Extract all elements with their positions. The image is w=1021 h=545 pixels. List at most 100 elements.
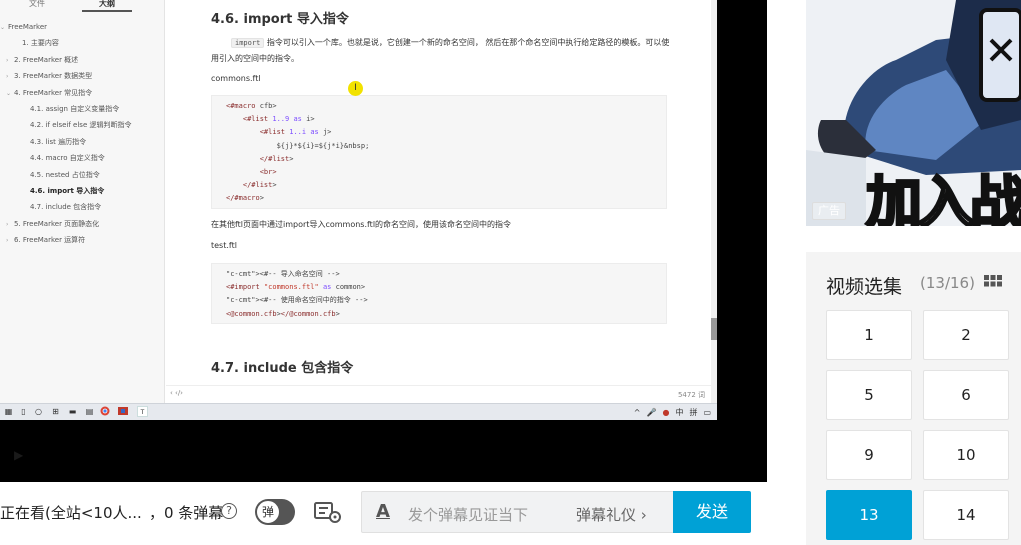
video-player[interactable]: 文件 大纲 ⌄ FreeMarker 1. 主要内容 › 2. FreeMarker 概… bbox=[0, 0, 767, 482]
ad-banner-text: 加入战 bbox=[865, 170, 1021, 227]
ad-banner[interactable]: 加入战 广告 bbox=[806, 0, 1021, 226]
outline-item-label: 6. FreeMarker 运算符 bbox=[14, 236, 86, 245]
record-icon[interactable]: ● bbox=[662, 408, 669, 417]
episode-button[interactable]: 14 bbox=[923, 490, 1009, 540]
episode-button[interactable]: 13 bbox=[826, 490, 912, 540]
outline-item[interactable]: 4.7. include 包含指令 bbox=[22, 200, 101, 214]
notification-icon[interactable]: ▭ bbox=[703, 408, 711, 417]
import-description: import 指令可以引入一个库。也就是说，它创建一个新的命名空间， 然后在那个… bbox=[211, 35, 671, 66]
code-line: <#list 1..i as j> bbox=[259, 128, 332, 137]
episode-button[interactable]: 6 bbox=[923, 370, 1009, 420]
document-content: 4.6. import 导入指令 import 指令可以引入一个库。也就是说，它… bbox=[166, 0, 711, 403]
outline-item-label: 2. FreeMarker 概述 bbox=[14, 55, 79, 64]
outline-caret-icon[interactable]: ⌄ bbox=[0, 21, 8, 35]
code-line: </#list> bbox=[259, 154, 294, 163]
outline-caret-icon[interactable]: › bbox=[6, 70, 14, 84]
code-line: <@common.cfb></@common.cfb> bbox=[226, 309, 340, 318]
search-icon: ○ bbox=[35, 407, 42, 416]
editor-scrollbar[interactable] bbox=[711, 0, 717, 403]
ad-badge: 广告 bbox=[812, 202, 846, 220]
start-icon: ▦ bbox=[4, 407, 13, 416]
windows-taskbar: ▦ ▯ ○ ⊞ ▬ ▤ T ^ 🎤 ● 中拼 ▭ bbox=[0, 403, 717, 420]
outline-item-label: 4.3. list 遍历指令 bbox=[30, 137, 87, 146]
episode-button[interactable]: 10 bbox=[923, 430, 1009, 480]
episode-button[interactable]: 2 bbox=[923, 310, 1009, 360]
send-button[interactable]: 发送 bbox=[673, 491, 751, 533]
recorded-editor-window: 文件 大纲 ⌄ FreeMarker 1. 主要内容 › 2. FreeMarker 概… bbox=[0, 0, 717, 420]
status-bar-nav[interactable]: ‹ ‹/› bbox=[170, 389, 183, 397]
outline-item-label: 5. FreeMarker 页面静态化 bbox=[14, 219, 100, 228]
code-line: <#macro cfb> bbox=[226, 102, 277, 110]
word-count: 5472 词 bbox=[677, 391, 705, 399]
folder-icon: ▬ bbox=[68, 407, 77, 416]
outline-item[interactable]: › 5. FreeMarker 页面静态化 bbox=[6, 217, 99, 231]
code-line: </#list> bbox=[242, 181, 277, 190]
outline-item[interactable]: 4.5. nested 占位指令 bbox=[22, 168, 100, 182]
episode-panel-title: 视频选集 bbox=[826, 276, 903, 298]
code-line: ${j}*${i}=${j*i}&nbsp; bbox=[226, 141, 370, 150]
code-block-test: "c-cmt"><#-- 导入命名空间 --> <#import "commons… bbox=[211, 263, 667, 324]
episode-panel: 视频选集 (13/16) 1 2 5 6 9 10 13 14 bbox=[806, 252, 1021, 545]
outline-caret-icon[interactable]: › bbox=[6, 218, 14, 232]
outline-item[interactable]: ⌄ FreeMarker bbox=[0, 20, 47, 34]
mic-icon: ▯ bbox=[21, 407, 26, 416]
inline-code-import: import bbox=[231, 38, 265, 48]
episode-button[interactable]: 5 bbox=[826, 370, 912, 420]
outline-item-label: FreeMarker bbox=[8, 23, 48, 31]
help-icon[interactable]: ? bbox=[221, 503, 237, 519]
mouse-cursor-highlight: I bbox=[348, 81, 363, 96]
usage-description: 在其他ftl页面中通过import导入commons.ftl的命名空间，使用该命… bbox=[211, 220, 512, 229]
outline-item[interactable]: 4.3. list 遍历指令 bbox=[22, 135, 86, 149]
scrollbar-thumb[interactable] bbox=[711, 318, 717, 340]
outline-item-label: 4.7. include 包含指令 bbox=[30, 203, 102, 212]
outline-item[interactable]: › 3. FreeMarker 数据类型 bbox=[6, 69, 92, 83]
tab-files[interactable]: 文件 bbox=[12, 0, 62, 9]
task-view-icon: ⊞ bbox=[52, 407, 59, 416]
outline-item-label: 4.6. import 导入指令 bbox=[30, 187, 105, 195]
episode-button[interactable]: 9 bbox=[826, 430, 912, 480]
danmaku-toggle[interactable]: 弹 bbox=[255, 499, 295, 525]
outline-item-label: 4.4. macro 自定义指令 bbox=[30, 154, 105, 163]
ime-pinyin-icon[interactable]: 拼 bbox=[689, 408, 697, 417]
microphone-icon[interactable]: 🎤 bbox=[646, 408, 656, 417]
system-tray: ^ 🎤 ● 中拼 ▭ bbox=[628, 407, 711, 418]
outline-caret-icon[interactable]: › bbox=[6, 234, 14, 248]
episode-button[interactable]: 1 bbox=[826, 310, 912, 360]
danmaku-settings-icon[interactable] bbox=[313, 500, 343, 524]
outline-item[interactable]: › 2. FreeMarker 概述 bbox=[6, 53, 78, 67]
text-style-icon[interactable]: A bbox=[376, 501, 390, 522]
code-line: <br> bbox=[259, 167, 277, 176]
heading-import: 4.6. import 导入指令 bbox=[211, 12, 349, 27]
outline-item-label: 3. FreeMarker 数据类型 bbox=[14, 72, 93, 81]
outline-item-label: 4.1. assign 自定义变量指令 bbox=[30, 105, 120, 113]
outline-item-label: 4. FreeMarker 常见指令 bbox=[14, 88, 93, 97]
outline-item[interactable]: 4.2. if elseif else 逻辑判断指令 bbox=[22, 118, 132, 132]
outline-item[interactable]: ⌄ 4. FreeMarker 常见指令 bbox=[6, 86, 92, 100]
danmaku-toggle-knob: 弹 bbox=[256, 500, 280, 524]
outline-item[interactable]: › 6. FreeMarker 运算符 bbox=[6, 233, 85, 247]
import-description-text: 指令可以引入一个库。也就是说，它创建一个新的命名空间， 然后在那个命名空间中执行… bbox=[211, 38, 670, 63]
code-line: "c-cmt"><#-- 导入命名空间 --> bbox=[226, 270, 340, 278]
danmaku-count: ，0 条弹幕 bbox=[149, 504, 224, 522]
outline-item-label: 4.2. if elseif else 逻辑判断指令 bbox=[30, 121, 132, 130]
outline-caret-icon[interactable]: › bbox=[6, 54, 14, 68]
app-icon-red bbox=[117, 406, 128, 417]
tab-outline[interactable]: 大纲 bbox=[82, 0, 132, 12]
ime-chinese-icon[interactable]: 中 bbox=[675, 408, 683, 417]
outline-caret-icon[interactable]: ⌄ bbox=[6, 87, 14, 101]
player-controls-faint: ▶ bbox=[0, 440, 767, 474]
danmaku-bar: 正在看(全站<10人... ，0 条弹幕 ? 弹 A 发个弹幕见证当下 弹幕礼仪… bbox=[0, 482, 767, 545]
screen: 文件 大纲 ⌄ FreeMarker 1. 主要内容 › 2. FreeMarker 概… bbox=[0, 0, 1021, 545]
outline-item[interactable]: 4.6. import 导入指令 bbox=[22, 184, 104, 198]
grid-view-icon[interactable] bbox=[984, 275, 1002, 293]
danmaku-etiquette-link[interactable]: 弹幕礼仪 › bbox=[576, 504, 647, 525]
outline-item[interactable]: 4.1. assign 自定义变量指令 bbox=[22, 102, 119, 116]
outline-item[interactable]: 1. 主要内容 bbox=[14, 36, 59, 50]
show-hidden-icons-icon[interactable]: ^ bbox=[634, 408, 641, 417]
app-icon: ▤ bbox=[85, 407, 94, 416]
outline-item[interactable]: 4.4. macro 自定义指令 bbox=[22, 151, 105, 165]
danmaku-input[interactable]: A 发个弹幕见证当下 弹幕礼仪 › bbox=[361, 491, 674, 533]
outline-item-label: 4.5. nested 占位指令 bbox=[30, 170, 100, 179]
chrome-icon bbox=[99, 406, 110, 417]
typora-icon: T bbox=[137, 406, 148, 417]
